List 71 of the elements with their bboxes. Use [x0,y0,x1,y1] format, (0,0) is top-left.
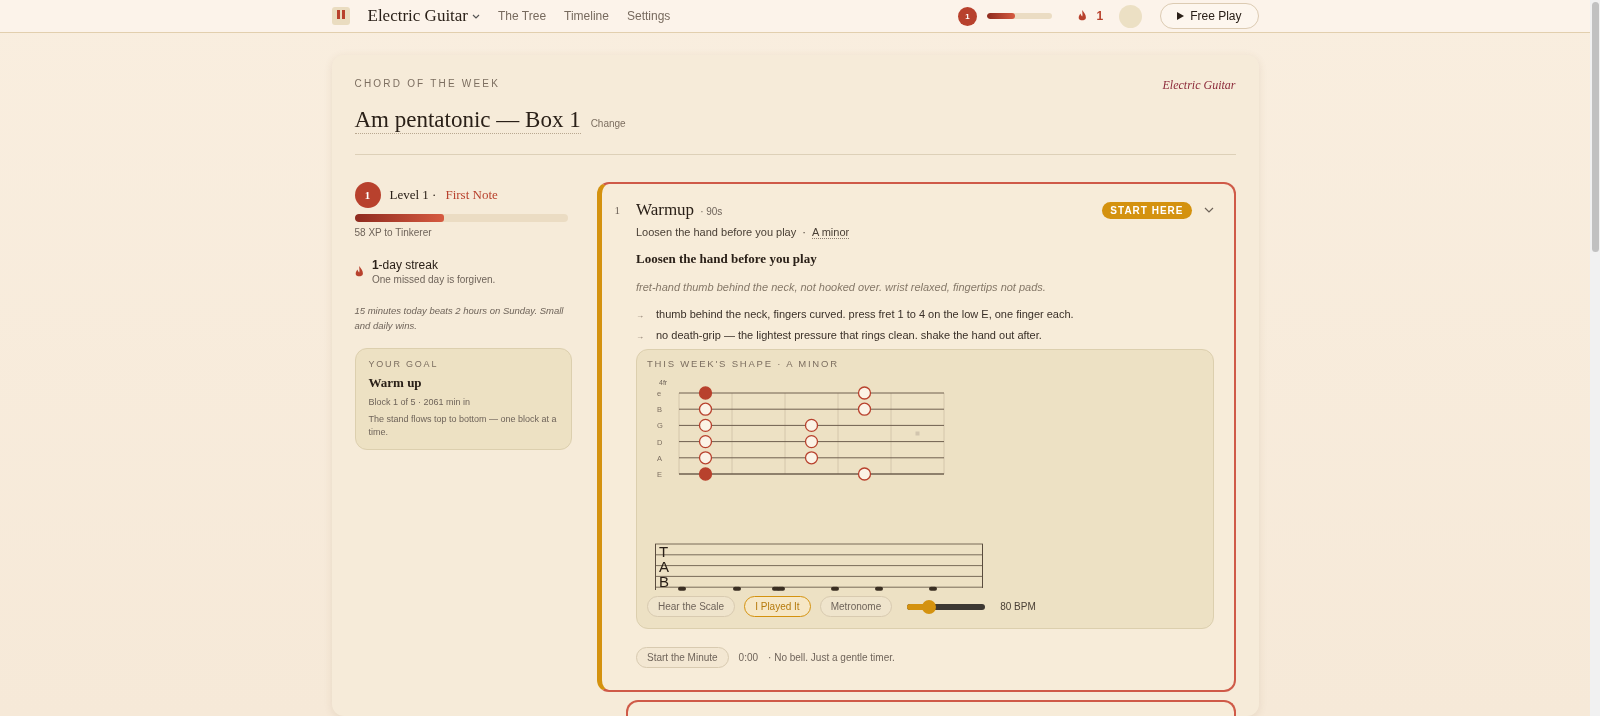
goal-meta: Block 1 of 5 · 2061 min in [368,397,472,407]
shape-title: THIS WEEK'S SHAPE · A MINOR [647,358,840,369]
note-dot [698,434,713,449]
timer-time: 0:00 [738,652,759,663]
nav-link[interactable]: Settings [626,9,671,23]
shape-control-button[interactable]: I Played It [744,596,811,617]
instrument-label: Electric Guitar [1162,78,1236,93]
nav-link[interactable]: Timeline [564,9,609,23]
chevron-down-icon [472,13,481,19]
step-text: thumb behind the neck, fingers curved. press fret 1 to 4 on the low E, one finger each. [656,308,1074,320]
flame-icon [1078,10,1087,22]
step-text: no death-grip — the lightest pressure that rings clean. shake the hand out after. [656,329,1042,341]
tab-clef-letter: B [659,573,669,590]
note-dot [698,402,713,416]
rank-label: First Note [445,187,498,203]
block-heading: Loosen the hand before you play [636,251,818,267]
note-dot [804,451,819,465]
shape-control-button[interactable]: Hear the Scale [647,596,736,617]
root-note-dot [698,467,713,481]
step-arrow: → [636,310,644,320]
block-title: Warmup [636,200,695,220]
tab-clef-letter: T [659,543,669,560]
tab-clef-letter: A [659,558,669,575]
tab-note-icon [831,586,839,591]
separator: · [802,226,806,239]
block-duration: · 90s [700,206,723,217]
note-dot [698,418,713,433]
streak-count: 1 [1096,9,1104,23]
start-here-badge: START HERE [1102,201,1192,219]
level-badge: 1 [354,182,381,208]
note-dot [857,467,872,481]
shape-control-button[interactable]: Metronome [819,596,893,617]
goal-title: Warm up [368,375,423,391]
tab-note-icon [875,586,883,591]
goal-eyebrow: YOUR GOAL [368,359,440,369]
section-eyebrow: CHORD OF THE WEEK [354,78,501,91]
slider-thumb[interactable] [922,599,937,614]
note-dot [804,434,819,449]
note-dot [857,402,872,416]
level-label: Level 1 · [389,187,437,203]
tempo-reading: 80 BPM [1000,601,1036,612]
chord-title: Am pentatonic — Box 1 [354,107,581,134]
timer-note: · No bell. Just a gentle timer. [768,652,895,663]
block-number: 1 [614,203,620,218]
note-dot [804,418,819,433]
instrument-menu[interactable]: Electric Guitar [367,6,481,26]
block-cue: fret-hand thumb behind the neck, not hooked over. wrist relaxed, fingertips not pads. [636,281,1047,293]
start-timer-button[interactable]: Start the Minute [636,647,729,668]
key-link[interactable]: A minor [811,226,850,239]
streak-title: 1-day streak [371,258,439,272]
root-note-dot [698,386,713,400]
goal-note: The stand flows top to bottom — one block at a time. [368,413,558,439]
tab-note-icon [733,586,741,591]
tab-note-icon [678,586,686,591]
flame-icon [354,265,363,278]
note-dot [698,451,713,465]
tab-note-icon [929,586,937,591]
block-subtitle: Loosen the hand before you play [636,226,797,239]
free-play-button[interactable]: Free Play [1160,3,1259,29]
fret-marker-icon [915,431,920,436]
motivation-quote: 15 minutes today beats 2 hours on Sunday. Small and daily wins. [354,304,565,333]
chevron-icon[interactable] [1203,207,1214,213]
scrollbar[interactable] [1590,0,1600,716]
play-icon [1177,12,1185,20]
logo-icon[interactable] [331,7,350,25]
note-dot [857,386,872,400]
change-link[interactable]: Change [590,118,626,129]
nav-link[interactable]: The Tree [498,9,547,23]
step-arrow: → [636,331,644,341]
streak-note: One missed day is forgiven. [371,274,496,285]
xp-note: 58 XP to Tinkerer [354,227,433,238]
